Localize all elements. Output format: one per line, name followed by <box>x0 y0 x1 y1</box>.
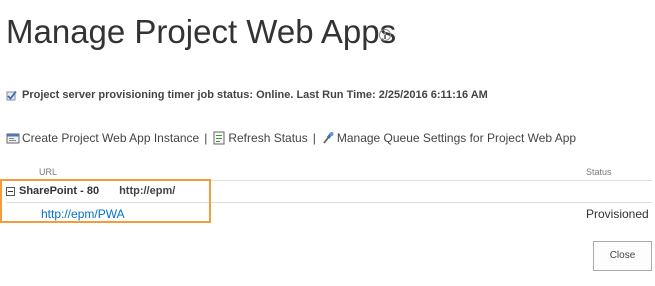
manage-queue-settings-label: Manage Queue Settings for Project Web Ap… <box>336 131 577 145</box>
toolbar-separator: | <box>312 131 316 145</box>
refresh-status-label: Refresh Status <box>228 131 308 145</box>
create-pwa-instance-button[interactable]: Create Project Web App Instance <box>6 131 199 145</box>
action-toolbar: Create Project Web App Instance | Refres… <box>6 131 576 145</box>
info-icon[interactable] <box>379 29 391 41</box>
create-pwa-instance-label: Create Project Web App Instance <box>22 131 200 145</box>
close-button[interactable]: Close <box>593 241 652 271</box>
refresh-icon <box>213 131 225 145</box>
manage-queue-settings-button[interactable]: Manage Queue Settings for Project Web Ap… <box>321 131 576 145</box>
queue-settings-icon <box>323 132 334 144</box>
page-title: Manage Project Web Apps <box>6 13 397 50</box>
column-header-status[interactable]: Status <box>586 167 612 177</box>
pwa-instance-status: Provisioned <box>586 207 649 221</box>
status-check-icon <box>6 90 17 100</box>
toolbar-separator: | <box>204 131 208 145</box>
status-text: Project server provisioning timer job st… <box>22 89 488 101</box>
timer-job-status: Project server provisioning timer job st… <box>6 89 488 101</box>
refresh-status-button[interactable]: Refresh Status <box>212 131 308 145</box>
create-instance-icon <box>6 133 20 144</box>
highlight-annotation-box <box>0 179 211 223</box>
column-header-url[interactable]: URL <box>39 167 57 177</box>
